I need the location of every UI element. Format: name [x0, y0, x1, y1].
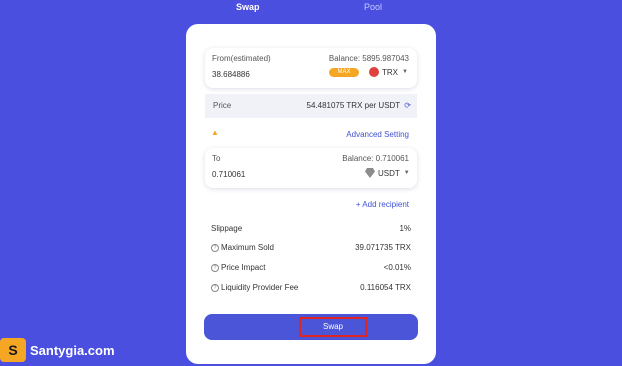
trx-icon [369, 67, 379, 77]
tab-swap[interactable]: Swap [236, 2, 260, 12]
from-label: From(estimated) [212, 54, 271, 63]
liquidity-fee-row: ? Liquidity Provider Fee 0.116054 TRX [211, 283, 411, 295]
maximum-sold-value: 39.071735 TRX [355, 243, 411, 252]
price-row: Price 54.481075 TRX per USDT ⟳ [205, 94, 417, 118]
info-icon: ? [211, 244, 219, 252]
to-balance: Balance: 0.710061 [342, 154, 409, 163]
price-value-wrap: 54.481075 TRX per USDT ⟳ [307, 101, 411, 110]
price-label: Price [213, 101, 232, 110]
maximum-sold-row: ? Maximum Sold 39.071735 TRX [211, 243, 411, 255]
slippage-value: 1% [399, 224, 411, 233]
to-token-selector[interactable]: USDT ▼ [365, 168, 410, 178]
from-panel: From(estimated) Balance: 5895.987043 38.… [205, 48, 417, 88]
price-value: 54.481075 TRX per USDT [306, 101, 401, 110]
slippage-label: Slippage [211, 224, 243, 233]
watermark: S Santygia.com [0, 338, 115, 362]
price-impact-label: Price Impact [221, 263, 266, 272]
liquidity-fee-label: Liquidity Provider Fee [221, 283, 299, 292]
chevron-down-icon: ▼ [402, 69, 408, 75]
advanced-setting-link[interactable]: Advanced Setting [346, 130, 409, 139]
to-panel: To Balance: 0.710061 0.710061 USDT ▼ [205, 148, 417, 188]
chevron-down-icon: ▼ [403, 170, 410, 176]
maximum-sold-label: Maximum Sold [221, 243, 274, 252]
price-impact-row: ? Price Impact <0.01% [211, 263, 411, 275]
refresh-icon[interactable]: ⟳ [404, 101, 411, 110]
add-recipient-link[interactable]: + Add recipient [356, 200, 409, 209]
swap-direction-icon[interactable]: ▲ [211, 128, 219, 137]
to-label: To [212, 154, 221, 163]
to-token-label: USDT [378, 168, 400, 178]
slippage-row: Slippage 1% [211, 224, 411, 236]
from-token-label: TRX [382, 67, 398, 77]
liquidity-fee-value: 0.116054 TRX [360, 283, 411, 292]
swap-card: From(estimated) Balance: 5895.987043 38.… [186, 24, 436, 364]
info-icon: ? [211, 284, 219, 292]
to-amount-input[interactable]: 0.710061 [212, 170, 245, 179]
swap-button[interactable]: Swap [204, 314, 418, 340]
from-amount-input[interactable]: 38.684886 [212, 70, 250, 79]
from-balance: Balance: 5895.987043 [328, 54, 409, 63]
watermark-logo: S [0, 338, 26, 362]
swap-button-label: Swap [299, 317, 367, 337]
usdt-icon [365, 168, 375, 178]
tab-pool[interactable]: Pool [364, 2, 382, 12]
info-icon: ? [211, 264, 219, 272]
watermark-text: Santygia.com [30, 342, 115, 358]
max-button[interactable]: MAX [329, 68, 359, 77]
tab-bar: Swap Pool [0, 2, 622, 16]
price-impact-value: <0.01% [383, 263, 411, 272]
from-token-selector[interactable]: TRX ▼ [369, 67, 408, 77]
